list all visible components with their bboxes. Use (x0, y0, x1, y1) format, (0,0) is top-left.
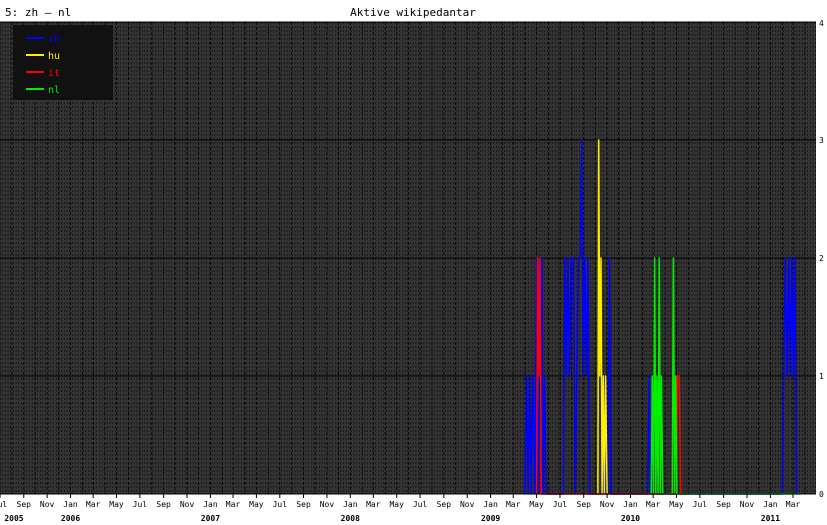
x-month-label: Sep (716, 500, 731, 509)
x-year-label: 2005 (4, 514, 23, 523)
x-month-label: May (529, 500, 544, 509)
chart: 5: zh – nl Aktive wikipedantar zhhuitnl … (0, 0, 827, 525)
legend-label-zh: zh (48, 34, 60, 45)
chart-title: Aktive wikipedantar (350, 6, 476, 19)
y-tick-label: 4 (819, 19, 824, 28)
y-tick-label: 1 (819, 372, 824, 381)
x-month-label: May (249, 500, 264, 509)
x-month-label: Jul (553, 500, 568, 509)
x-month-label: Sep (437, 500, 452, 509)
x-month-label: Mar (366, 500, 381, 509)
x-month-label: May (389, 500, 404, 509)
x-month-label: Nov (180, 500, 195, 509)
x-month-label: Mar (786, 500, 801, 509)
legend-label-hu: hu (48, 51, 60, 62)
x-month-label: Mar (506, 500, 521, 509)
x-month-label: Nov (460, 500, 475, 509)
x-month-label: Jul (0, 500, 7, 509)
x-year-label: 2011 (761, 514, 780, 523)
legend-label-it: it (48, 68, 60, 79)
x-month-label: Mar (86, 500, 101, 509)
x-month-label: May (109, 500, 124, 509)
x-month-label: Jan (763, 500, 778, 509)
x-month-label: Jul (413, 500, 428, 509)
x-month-label: Sep (296, 500, 311, 509)
x-month-label: Jul (273, 500, 288, 509)
x-year-label: 2007 (201, 514, 220, 523)
x-month-label: Jan (63, 500, 78, 509)
x-month-label: Mar (646, 500, 661, 509)
x-month-label: Sep (17, 500, 32, 509)
x-month-label: Nov (40, 500, 55, 509)
x-year-label: 2006 (61, 514, 80, 523)
legend: zh hu it nl (13, 25, 113, 100)
x-year-label: 2010 (621, 514, 640, 523)
x-month-label: Nov (600, 500, 615, 509)
x-month-label: Jan (623, 500, 638, 509)
x-month-label: Jan (483, 500, 498, 509)
chart-header-label: 5: zh – nl (5, 6, 71, 19)
x-month-label: Jul (133, 500, 148, 509)
x-year-label: 2009 (481, 514, 500, 523)
y-tick-label: 2 (819, 254, 824, 263)
x-month-label: Sep (156, 500, 171, 509)
x-month-label: Sep (577, 500, 592, 509)
x-year-label: 2008 (341, 514, 360, 523)
x-month-label: Nov (740, 500, 755, 509)
x-month-label: May (669, 500, 684, 509)
x-month-label: Nov (320, 500, 335, 509)
legend-label-nl: nl (48, 85, 60, 96)
x-month-label: Mar (226, 500, 241, 509)
x-month-label: Jul (693, 500, 708, 509)
y-tick-label: 0 (819, 490, 824, 499)
x-month-label: Jan (343, 500, 358, 509)
y-tick-label: 3 (819, 136, 824, 145)
x-month-label: Jan (203, 500, 218, 509)
